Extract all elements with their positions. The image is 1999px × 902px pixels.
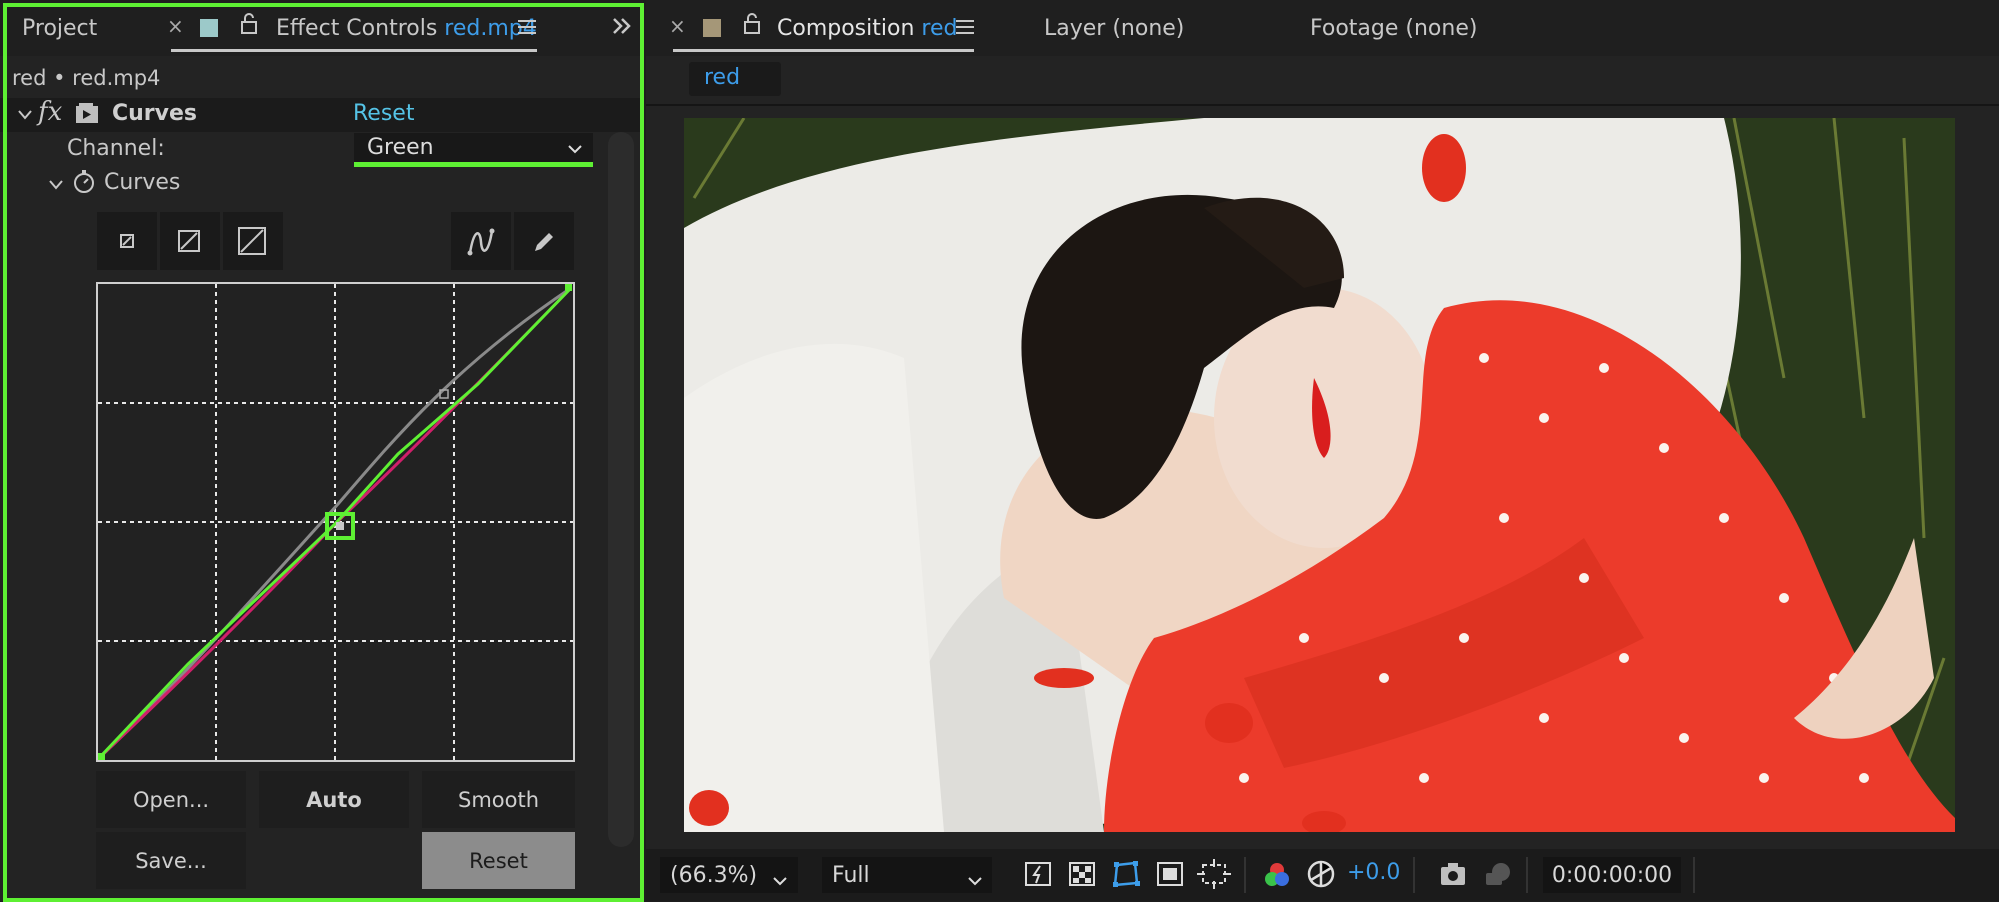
smooth-button[interactable]: Smooth [422, 771, 575, 828]
tab-effect-controls-label: Effect Controls [276, 16, 438, 41]
timecode-value: 0:00:00:00 [1551, 862, 1673, 888]
panel-menu-icon[interactable] [518, 19, 536, 39]
scrollbar[interactable] [608, 132, 634, 847]
effect-name: Curves [112, 101, 198, 126]
composition-viewer[interactable] [684, 118, 1955, 832]
overflow-chevrons-icon[interactable] [611, 16, 633, 40]
zoom-dropdown[interactable]: (66.3%) [660, 857, 798, 893]
label-color-swatch[interactable] [703, 19, 721, 37]
panel-menu-icon[interactable] [956, 19, 974, 39]
composition-chip-label: red [704, 65, 741, 90]
fast-previews-icon[interactable] [1023, 859, 1053, 893]
tab-composition-name: red [921, 16, 958, 41]
divider [1693, 857, 1695, 893]
resolution-dropdown[interactable]: Full [822, 857, 992, 893]
tab-layer[interactable]: Layer (none) [1044, 16, 1184, 41]
effect-reset-link[interactable]: Reset [353, 101, 414, 126]
show-snapshot-icon[interactable] [1483, 859, 1513, 893]
color-management-icon[interactable] [1306, 859, 1336, 893]
tab-project[interactable]: Project [22, 16, 97, 41]
tab-composition-label: Composition [777, 16, 915, 41]
zoom-value: (66.3%) [670, 862, 758, 888]
mask-visibility-icon[interactable] [1111, 859, 1141, 893]
lock-icon[interactable] [743, 13, 761, 39]
curves-reset-button[interactable]: Reset [422, 832, 575, 889]
exposure-value[interactable]: +0.0 [1347, 860, 1400, 885]
region-of-interest-icon[interactable] [1197, 857, 1231, 895]
tab-footage[interactable]: Footage (none) [1310, 16, 1477, 41]
stopwatch-icon[interactable] [72, 168, 96, 198]
breadcrumb: red • red.mp4 [12, 66, 161, 90]
auto-button[interactable]: Auto [259, 771, 409, 828]
divider [1413, 857, 1415, 893]
open-button[interactable]: Open... [96, 771, 246, 828]
graph-size-large-button[interactable] [223, 212, 283, 270]
chevron-down-icon [772, 869, 788, 894]
channel-label: Channel: [67, 136, 165, 161]
lock-icon[interactable] [240, 13, 258, 39]
chevron-down-icon [567, 141, 583, 160]
curves-group-label: Curves [104, 170, 181, 195]
save-button[interactable]: Save... [96, 832, 246, 889]
divider [1244, 857, 1246, 893]
channel-dropdown-value: Green [367, 135, 434, 160]
chevron-down-icon[interactable] [17, 106, 33, 125]
chevron-down-icon [967, 869, 983, 894]
curves-graph[interactable] [96, 282, 575, 762]
effect-preset-icon[interactable] [74, 101, 100, 129]
active-tab-underline [171, 49, 537, 52]
channel-rgb-icon[interactable] [1262, 860, 1292, 894]
channel-dropdown[interactable]: Green [354, 133, 593, 167]
fx-icon[interactable]: fx [38, 97, 62, 127]
divider [1526, 857, 1528, 893]
close-icon[interactable]: × [669, 14, 686, 38]
tab-composition[interactable]: Composition red [777, 16, 957, 41]
graph-size-small-button[interactable] [97, 212, 157, 270]
tab-effect-controls[interactable]: Effect Controls red.mp4 [276, 16, 537, 41]
active-tab-underline [673, 49, 974, 52]
close-icon[interactable]: × [167, 14, 184, 38]
title-action-safe-icon[interactable] [1155, 859, 1185, 893]
camera-snapshot-icon[interactable] [1438, 859, 1468, 893]
graph-size-medium-button[interactable] [160, 212, 220, 270]
timecode-display[interactable]: 0:00:00:00 [1543, 857, 1681, 893]
pencil-tool-button[interactable] [514, 212, 574, 270]
resolution-value: Full [832, 862, 870, 888]
chevron-down-icon[interactable] [48, 176, 64, 195]
effect-controls-panel: Project × Effect Controls red.mp4 red • … [0, 0, 644, 902]
composition-chip[interactable]: red [689, 62, 781, 96]
label-color-swatch[interactable] [200, 19, 218, 37]
transparency-grid-icon[interactable] [1067, 859, 1097, 893]
bezier-tool-button[interactable] [451, 212, 511, 270]
divider [646, 104, 1999, 106]
